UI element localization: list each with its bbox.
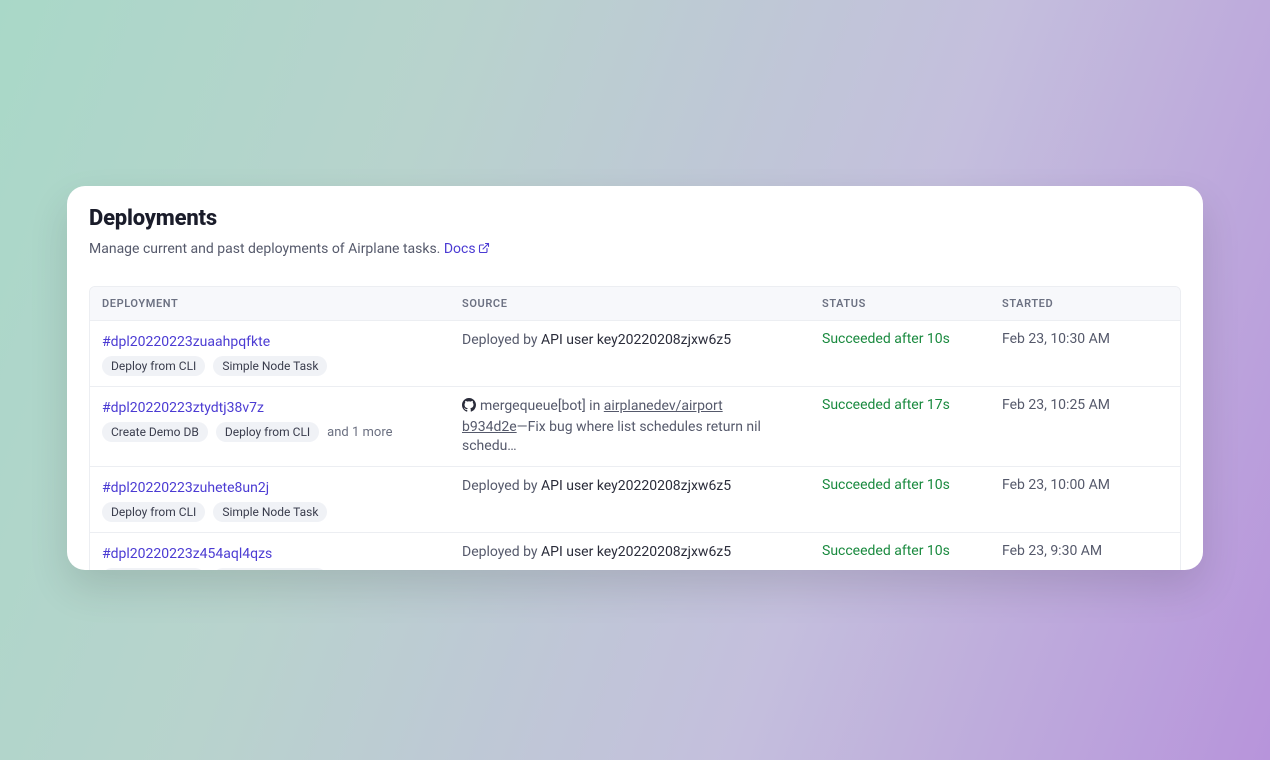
col-header-status: Status: [822, 297, 1002, 310]
external-link-icon: [478, 242, 490, 258]
status-badge: Succeeded after 10s: [822, 543, 1002, 559]
git-actor: mergequeue[bot]: [480, 398, 586, 414]
tag[interactable]: Deploy from CLI: [102, 356, 205, 376]
deployment-id-link[interactable]: #dpl20220223zuaahpqfkte: [102, 334, 270, 350]
deployed-by-prefix: Deployed by: [462, 332, 538, 348]
tag[interactable]: Simple Node Task: [213, 568, 327, 570]
api-user: API user key20220208zjxw6z5: [541, 478, 731, 494]
deployments-card: Deployments Manage current and past depl…: [67, 186, 1203, 570]
cell-deployment: #dpl20220223zuhete8un2j Deploy from CLI …: [102, 477, 462, 522]
cell-source: Deployed by API user key20220208zjxw6z5: [462, 477, 822, 496]
page-subtitle: Manage current and past deployments of A…: [89, 241, 1181, 258]
cell-source: mergequeue[bot] in airplanedev/airport b…: [462, 397, 822, 456]
status-badge: Succeeded after 17s: [822, 397, 1002, 413]
cell-deployment: #dpl20220223z454aql4qzs Deploy from CLI …: [102, 543, 462, 570]
tag-list: Deploy from CLI Simple Node Task: [102, 356, 462, 376]
table-row[interactable]: #dpl20220223zuaahpqfkte Deploy from CLI …: [90, 321, 1180, 387]
started-time: Feb 23, 10:30 AM: [1002, 331, 1162, 347]
subtitle-text: Manage current and past deployments of A…: [89, 241, 440, 257]
table-row[interactable]: #dpl20220223z454aql4qzs Deploy from CLI …: [90, 533, 1180, 570]
card-header: Deployments Manage current and past depl…: [67, 186, 1203, 272]
api-user: API user key20220208zjxw6z5: [541, 544, 731, 560]
deployment-id-link[interactable]: #dpl20220223z454aql4qzs: [102, 546, 272, 562]
docs-link[interactable]: Docs: [444, 241, 490, 257]
tag-list: Deploy from CLI Simple Node Task: [102, 502, 462, 522]
git-repo-link[interactable]: airplanedev/airport: [604, 398, 723, 414]
page-title: Deployments: [89, 206, 1181, 231]
tags-overflow[interactable]: and 1 more: [327, 425, 392, 440]
tag-list: Deploy from CLI Simple Node Task: [102, 568, 462, 570]
tag-list: Create Demo DB Deploy from CLI and 1 mor…: [102, 422, 462, 442]
deployment-id-link[interactable]: #dpl20220223ztydtj38v7z: [102, 400, 264, 416]
deployment-id-link[interactable]: #dpl20220223zuhete8un2j: [102, 480, 269, 496]
table-header: Deployment Source Status Started: [90, 287, 1180, 321]
tag[interactable]: Simple Node Task: [213, 502, 327, 522]
cell-source: Deployed by API user key20220208zjxw6z5: [462, 331, 822, 350]
deployments-table: Deployment Source Status Started #dpl202…: [89, 286, 1181, 570]
tag[interactable]: Deploy from CLI: [102, 568, 205, 570]
docs-link-label: Docs: [444, 241, 476, 257]
started-time: Feb 23, 9:30 AM: [1002, 543, 1162, 559]
deployed-by-prefix: Deployed by: [462, 478, 538, 494]
started-time: Feb 23, 10:25 AM: [1002, 397, 1162, 413]
cell-deployment: #dpl20220223zuaahpqfkte Deploy from CLI …: [102, 331, 462, 376]
table-row[interactable]: #dpl20220223zuhete8un2j Deploy from CLI …: [90, 467, 1180, 533]
status-badge: Succeeded after 10s: [822, 477, 1002, 493]
api-user: API user key20220208zjxw6z5: [541, 332, 731, 348]
github-icon: [462, 398, 476, 418]
git-in-text: in: [586, 398, 604, 414]
deployed-by-prefix: Deployed by: [462, 544, 538, 560]
status-badge: Succeeded after 10s: [822, 331, 1002, 347]
col-header-started: Started: [1002, 297, 1162, 310]
cell-deployment: #dpl20220223ztydtj38v7z Create Demo DB D…: [102, 397, 462, 442]
started-time: Feb 23, 10:00 AM: [1002, 477, 1162, 493]
table-row[interactable]: #dpl20220223ztydtj38v7z Create Demo DB D…: [90, 387, 1180, 467]
cell-source: Deployed by API user key20220208zjxw6z5: [462, 543, 822, 562]
col-header-deployment: Deployment: [102, 297, 462, 310]
tag[interactable]: Deploy from CLI: [216, 422, 319, 442]
tag[interactable]: Deploy from CLI: [102, 502, 205, 522]
git-commit-link[interactable]: b934d2e: [462, 419, 517, 435]
tag[interactable]: Create Demo DB: [102, 422, 208, 442]
col-header-source: Source: [462, 297, 822, 310]
tag[interactable]: Simple Node Task: [213, 356, 327, 376]
